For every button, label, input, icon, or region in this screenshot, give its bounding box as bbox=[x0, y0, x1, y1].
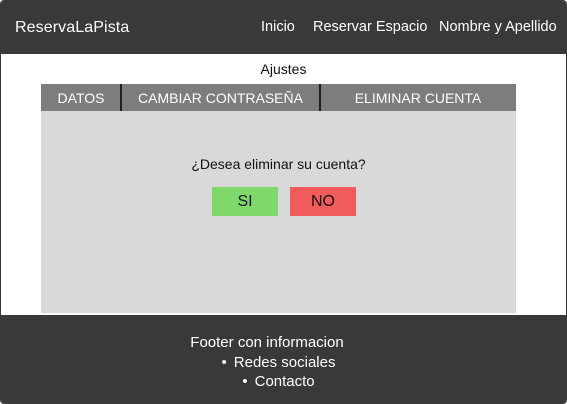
page-title: Ajustes bbox=[260, 61, 307, 77]
page-footer: Footer con informacion Redes sociales Co… bbox=[1, 315, 566, 403]
confirm-no-button[interactable]: NO bbox=[290, 187, 356, 216]
footer-link-contacto[interactable]: Contacto bbox=[1, 372, 556, 391]
nav-link-inicio[interactable]: Inicio bbox=[261, 18, 295, 36]
brand-logo[interactable]: ReservaLaPista bbox=[15, 19, 129, 37]
tab-eliminar-cuenta[interactable]: ELIMINAR CUENTA bbox=[320, 84, 516, 111]
footer-link-redes-sociales[interactable]: Redes sociales bbox=[1, 353, 556, 372]
delete-account-panel: ¿Desea eliminar su cuenta? SI NO bbox=[41, 111, 516, 313]
app-window: ReservaLaPista Inicio Reservar Espacio N… bbox=[0, 0, 567, 404]
nav-link-user-name[interactable]: Nombre y Apellido bbox=[439, 18, 557, 36]
tab-cambiar-contrasena[interactable]: CAMBIAR CONTRASEÑA bbox=[121, 84, 320, 111]
footer-list: Redes sociales Contacto bbox=[1, 353, 556, 391]
confirm-yes-button[interactable]: SI bbox=[212, 187, 278, 216]
delete-confirm-question: ¿Desea eliminar su cuenta? bbox=[191, 156, 366, 172]
top-navbar: ReservaLaPista Inicio Reservar Espacio N… bbox=[1, 1, 566, 54]
settings-tab-bar: DATOS CAMBIAR CONTRASEÑA ELIMINAR CUENTA bbox=[41, 84, 516, 111]
footer-title: Footer con informacion bbox=[190, 334, 344, 351]
nav-link-reservar-espacio[interactable]: Reservar Espacio bbox=[313, 18, 427, 36]
tab-datos[interactable]: DATOS bbox=[41, 84, 121, 111]
